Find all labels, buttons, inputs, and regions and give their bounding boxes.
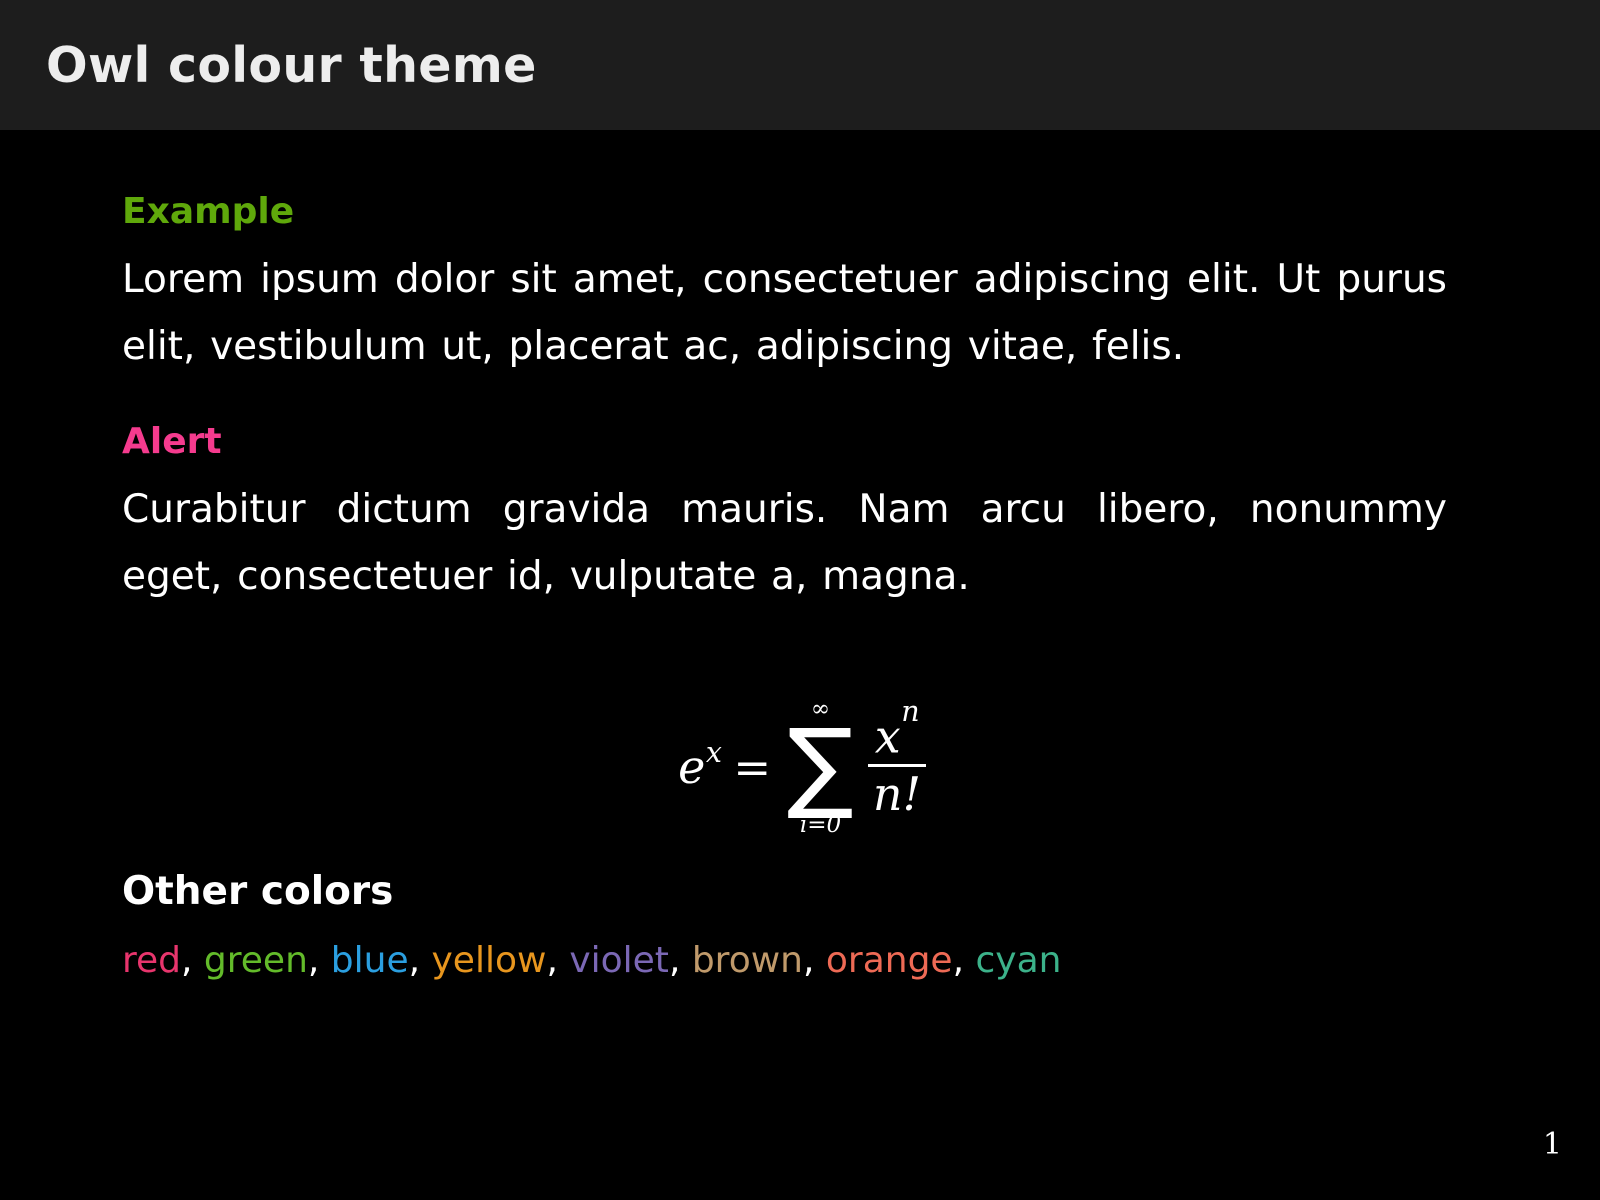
color-word-yellow: yellow (431, 940, 547, 982)
color-word-cyan: cyan (975, 940, 1062, 982)
example-block-body: Lorem ipsum dolor sit amet, consectetuer… (122, 257, 1447, 370)
alert-block-body: Curabitur dictum gravida mauris. Nam arc… (122, 487, 1447, 600)
page-number: 1 (1542, 1127, 1562, 1162)
other-colors-heading: Other colors (122, 869, 394, 915)
color-word-separator: , (668, 940, 692, 982)
formula-sigma-lower-limit: i=0 (799, 811, 842, 838)
color-word-brown: brown (691, 940, 803, 982)
formula-summation: ∞ ∑ i=0 (787, 697, 854, 838)
page-title: Owl colour theme (46, 36, 537, 94)
alert-block: Alert Curabitur dictum gravida mauris. N… (122, 424, 1482, 610)
other-colors-list: red, green, blue, yellow, violet, brown,… (122, 941, 1482, 981)
color-word-separator: , (802, 940, 826, 982)
color-word-separator: , (952, 940, 976, 982)
slide-root: Owl colour theme Example Lorem ipsum dol… (0, 0, 1600, 1200)
formula-numerator-base: x (874, 709, 901, 764)
alert-block-title: Alert (122, 421, 222, 463)
color-word-blue: blue (330, 940, 409, 982)
spacer-example (122, 230, 1482, 246)
spacer-alert (122, 460, 1482, 476)
color-word-red: red (122, 940, 182, 982)
formula-equals: = (733, 740, 772, 794)
formula-fraction-denominator: n! (872, 766, 921, 821)
spacer-top (122, 130, 1482, 194)
color-word-separator: , (181, 940, 204, 982)
spacer-between-blocks (122, 380, 1482, 424)
color-word-green: green (203, 940, 308, 982)
example-block: Example Lorem ipsum dolor sit amet, cons… (122, 194, 1482, 380)
slide-titlebar: Owl colour theme (0, 0, 1600, 130)
color-word-separator: , (408, 940, 432, 982)
formula-container: ex = ∞ ∑ i=0 xn n! (122, 662, 1482, 872)
formula-fraction-numerator: xn (870, 696, 924, 764)
formula-numerator-exponent: n (901, 695, 920, 729)
math-formula: ex = ∞ ∑ i=0 xn n! (678, 696, 926, 838)
color-word-violet: violet (569, 940, 669, 982)
formula-base-exponent: x (705, 735, 722, 769)
color-word-separator: , (546, 940, 570, 982)
color-word-separator: , (307, 940, 331, 982)
formula-fraction: xn n! (867, 696, 926, 821)
sigma-icon: ∑ (787, 707, 854, 823)
example-block-title: Example (122, 191, 295, 232)
spacer-other-colors (122, 911, 1482, 941)
formula-base: e (678, 740, 706, 795)
color-word-orange: orange (825, 940, 953, 982)
slide-content: Example Lorem ipsum dolor sit amet, cons… (122, 130, 1482, 981)
